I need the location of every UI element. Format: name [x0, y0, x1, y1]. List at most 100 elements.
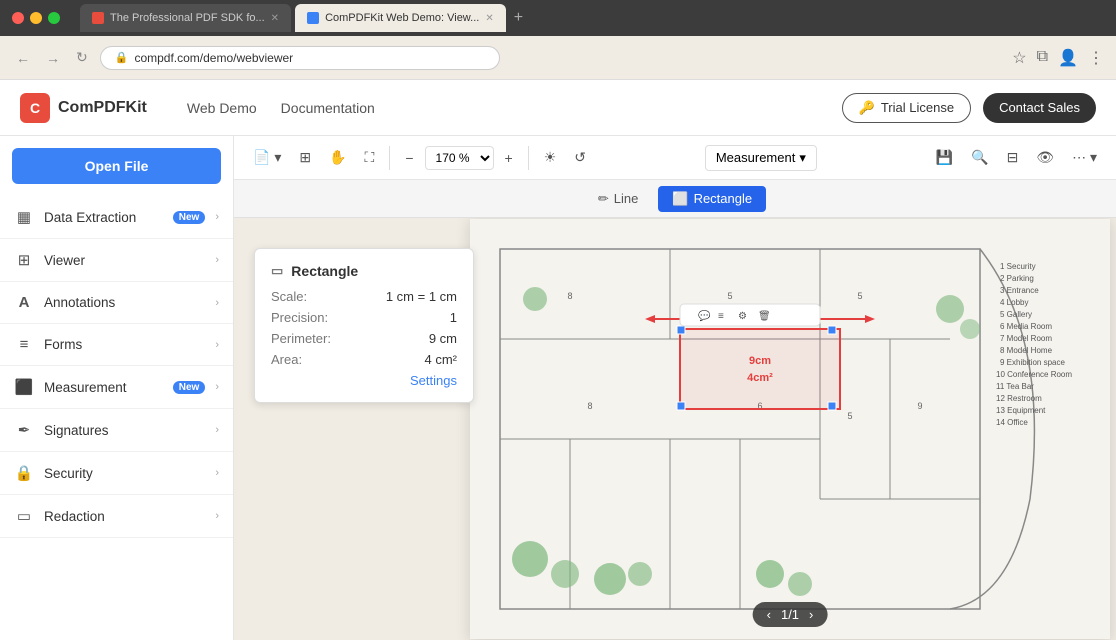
- tab-favicon-2: [307, 12, 319, 24]
- next-page-button[interactable]: ›: [809, 607, 813, 622]
- menu-icon[interactable]: ⋮: [1088, 48, 1104, 68]
- trial-license-button[interactable]: 🔑 Trial License: [842, 93, 971, 123]
- viewer-toolbar: 📄 ▾ ⊞ ✋ ⛶ − 170 % + ☀ ↺ Measurement ▾ 💾 …: [234, 136, 1116, 180]
- zoom-in-button[interactable]: +: [498, 145, 520, 171]
- panel-button[interactable]: ⊟: [1000, 144, 1026, 171]
- sidebar-item-label-annotations: Annotations: [44, 295, 205, 310]
- svg-text:2 Parking: 2 Parking: [1000, 274, 1034, 283]
- perimeter-value: 9 cm: [429, 331, 457, 346]
- extensions-icon[interactable]: ⧉: [1037, 48, 1048, 68]
- bookmark-icon[interactable]: ☆: [1012, 48, 1026, 68]
- svg-text:12 Restroom: 12 Restroom: [996, 394, 1042, 403]
- forms-icon: ≡: [14, 336, 34, 353]
- viewer-icon: ⊞: [14, 251, 34, 269]
- measurement-label: Measurement: [716, 150, 795, 165]
- measure-row-scale: Scale: 1 cm = 1 cm: [271, 289, 457, 304]
- line-icon: ✏: [598, 191, 609, 207]
- svg-text:8: 8: [587, 401, 592, 411]
- save-button[interactable]: 💾: [929, 144, 960, 171]
- sidebar: Open File ▦ Data Extraction New › ⊞ View…: [0, 136, 234, 640]
- measurement-dropdown[interactable]: Measurement ▾: [705, 145, 817, 171]
- viewer-area: ▭ Rectangle Scale: 1 cm = 1 cm Precision…: [234, 218, 1116, 640]
- signatures-icon: ✒: [14, 421, 34, 439]
- svg-text:4 Lobby: 4 Lobby: [1000, 298, 1028, 307]
- rectangle-label: Rectangle: [694, 191, 753, 206]
- sidebar-item-redaction[interactable]: ▭ Redaction ›: [0, 495, 233, 538]
- area-value: 4 cm²: [425, 352, 458, 367]
- close-dot[interactable]: [12, 12, 24, 24]
- tab-compdf[interactable]: ComPDFKit Web Demo: View... ✕: [295, 4, 506, 32]
- sidebar-item-security[interactable]: 🔒 Security ›: [0, 452, 233, 495]
- measurement-icon: ⬛: [14, 378, 34, 396]
- brightness-button[interactable]: ☀: [537, 144, 564, 171]
- nav-documentation[interactable]: Documentation: [281, 100, 375, 116]
- forward-button[interactable]: →: [42, 46, 64, 70]
- back-button[interactable]: ←: [12, 46, 34, 70]
- view-button[interactable]: 👁: [1029, 144, 1061, 171]
- sidebar-item-viewer[interactable]: ⊞ Viewer ›: [0, 239, 233, 282]
- search-button[interactable]: 🔍: [964, 144, 995, 171]
- hand-button[interactable]: ✋: [322, 144, 353, 171]
- prev-page-button[interactable]: ‹: [767, 607, 771, 622]
- app-header: C ComPDFKit Web Demo Documentation 🔑 Tri…: [0, 80, 1116, 136]
- toolbar-divider-1: [389, 146, 390, 170]
- line-button[interactable]: ✏ Line: [584, 186, 652, 212]
- measure-row-area: Area: 4 cm²: [271, 352, 457, 367]
- window-controls: [12, 12, 60, 24]
- new-doc-button[interactable]: 📄 ▾: [246, 144, 288, 171]
- new-tab-button[interactable]: +: [514, 9, 523, 27]
- svg-text:8 Model Home: 8 Model Home: [1000, 346, 1053, 355]
- sidebar-item-signatures[interactable]: ✒ Signatures ›: [0, 409, 233, 452]
- main-layout: Open File ▦ Data Extraction New › ⊞ View…: [0, 136, 1116, 640]
- svg-text:⚙: ⚙: [738, 311, 747, 322]
- annotations-icon: A: [14, 294, 34, 311]
- signatures-chevron: ›: [215, 424, 219, 436]
- profile-icon[interactable]: 👤: [1058, 48, 1078, 68]
- sub-toolbar: ✏ Line ⬜ Rectangle: [234, 180, 1116, 218]
- thumbnail-button[interactable]: ⊞: [292, 144, 318, 171]
- settings-link[interactable]: Settings: [271, 373, 457, 388]
- page-indicator: 1/1: [781, 607, 799, 622]
- svg-text:9 Exhibition space: 9 Exhibition space: [1000, 358, 1065, 367]
- svg-text:5: 5: [847, 411, 852, 421]
- tab-close-1[interactable]: ✕: [271, 13, 279, 24]
- reload-button[interactable]: ↻: [72, 45, 92, 70]
- open-file-button[interactable]: Open File: [12, 148, 221, 184]
- rectangle-icon: ⬜: [672, 191, 688, 207]
- security-chevron: ›: [215, 467, 219, 479]
- viewer-chevron: ›: [215, 254, 219, 266]
- contact-sales-button[interactable]: Contact Sales: [983, 93, 1096, 123]
- sidebar-item-data-extraction[interactable]: ▦ Data Extraction New ›: [0, 196, 233, 239]
- svg-text:7 Model Room: 7 Model Room: [1000, 334, 1052, 343]
- svg-text:3 Entrance: 3 Entrance: [1000, 286, 1039, 295]
- sidebar-item-measurement[interactable]: ⬛ Measurement New ›: [0, 366, 233, 409]
- precision-label: Precision:: [271, 310, 328, 325]
- sidebar-item-label-viewer: Viewer: [44, 253, 205, 268]
- nav-web-demo[interactable]: Web Demo: [187, 100, 257, 116]
- svg-text:9cm: 9cm: [749, 355, 771, 367]
- data-extraction-icon: ▦: [14, 208, 34, 226]
- more-button[interactable]: ⋯ ▾: [1065, 144, 1104, 171]
- zoom-select[interactable]: 170 %: [425, 146, 494, 170]
- logo-icon: C: [20, 93, 50, 123]
- measure-popup-title: Rectangle: [291, 263, 358, 279]
- right-panel: 📄 ▾ ⊞ ✋ ⛶ − 170 % + ☀ ↺ Measurement ▾ 💾 …: [234, 136, 1116, 640]
- maximize-dot[interactable]: [48, 12, 60, 24]
- tab-close-2[interactable]: ✕: [485, 13, 493, 24]
- sidebar-item-label-forms: Forms: [44, 337, 205, 352]
- zoom-out-button[interactable]: −: [398, 145, 420, 171]
- fullscreen-button[interactable]: ⛶: [358, 144, 382, 171]
- svg-text:8: 8: [567, 291, 572, 301]
- minimize-dot[interactable]: [30, 12, 42, 24]
- perimeter-label: Perimeter:: [271, 331, 331, 346]
- sidebar-item-annotations[interactable]: A Annotations ›: [0, 282, 233, 324]
- browser-chrome: The Professional PDF SDK fo... ✕ ComPDFK…: [0, 0, 1116, 36]
- rectangle-button[interactable]: ⬜ Rectangle: [658, 186, 766, 212]
- data-extraction-badge: New: [173, 211, 206, 224]
- rotate-button[interactable]: ↺: [567, 144, 593, 171]
- scale-label: Scale:: [271, 289, 307, 304]
- address-bar[interactable]: 🔒 compdf.com/demo/webviewer: [100, 46, 500, 70]
- tab-pdf-sdk[interactable]: The Professional PDF SDK fo... ✕: [80, 4, 291, 32]
- sidebar-item-forms[interactable]: ≡ Forms ›: [0, 324, 233, 366]
- svg-text:14 Office: 14 Office: [996, 418, 1028, 427]
